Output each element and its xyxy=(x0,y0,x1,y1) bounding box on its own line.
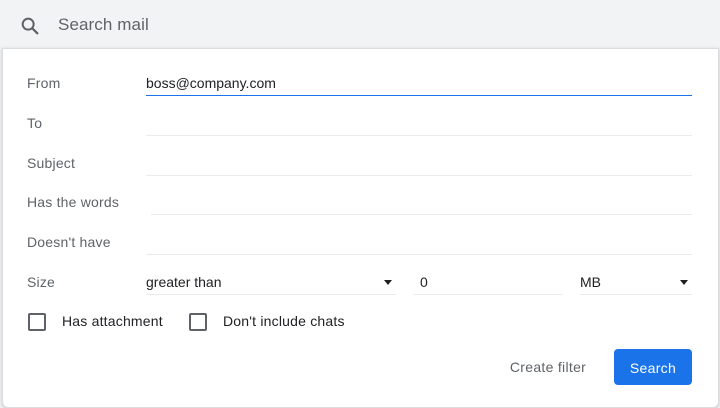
size-amount-input[interactable]: 0 xyxy=(414,270,562,295)
search-button[interactable]: Search xyxy=(614,349,692,385)
dont-include-chats-label: Don't include chats xyxy=(223,313,345,329)
has-attachment-label: Has attachment xyxy=(62,313,163,329)
size-unit-select[interactable]: MB xyxy=(580,270,692,295)
chevron-down-icon xyxy=(680,280,688,285)
to-field[interactable] xyxy=(146,111,692,136)
has-words-row: Has the words xyxy=(3,194,718,234)
advanced-search-panel: From boss@company.com To Subject Has the… xyxy=(2,48,719,408)
create-filter-button[interactable]: Create filter xyxy=(498,349,598,383)
from-field[interactable]: boss@company.com xyxy=(146,71,692,96)
search-bar[interactable]: Search mail xyxy=(0,0,720,52)
search-options-page: Search mail From boss@company.com To Sub… xyxy=(0,0,720,408)
to-label: To xyxy=(27,115,43,131)
doesnt-have-field[interactable] xyxy=(146,230,692,255)
has-attachment-checkbox[interactable] xyxy=(28,313,46,331)
size-unit-value: MB xyxy=(580,274,601,290)
to-row: To xyxy=(3,115,718,155)
dont-include-chats-checkbox[interactable] xyxy=(189,313,207,331)
doesnt-have-row: Doesn't have xyxy=(3,234,718,274)
from-row: From boss@company.com xyxy=(3,75,718,115)
subject-field[interactable] xyxy=(146,151,692,176)
size-comparator-value: greater than xyxy=(146,274,222,290)
from-label: From xyxy=(27,75,61,91)
subject-row: Subject xyxy=(3,155,718,195)
chevron-down-icon xyxy=(384,280,392,285)
from-value: boss@company.com xyxy=(146,75,276,91)
size-comparator-select[interactable]: greater than xyxy=(146,270,396,295)
doesnt-have-label: Doesn't have xyxy=(27,234,111,250)
size-amount-value: 0 xyxy=(420,274,428,290)
has-words-field[interactable] xyxy=(151,190,692,215)
search-icon[interactable] xyxy=(19,15,41,37)
subject-label: Subject xyxy=(27,155,76,171)
has-words-label: Has the words xyxy=(27,194,120,210)
search-input[interactable]: Search mail xyxy=(58,15,149,35)
size-label: Size xyxy=(27,274,56,290)
size-row: Size greater than 0 MB xyxy=(3,274,718,314)
